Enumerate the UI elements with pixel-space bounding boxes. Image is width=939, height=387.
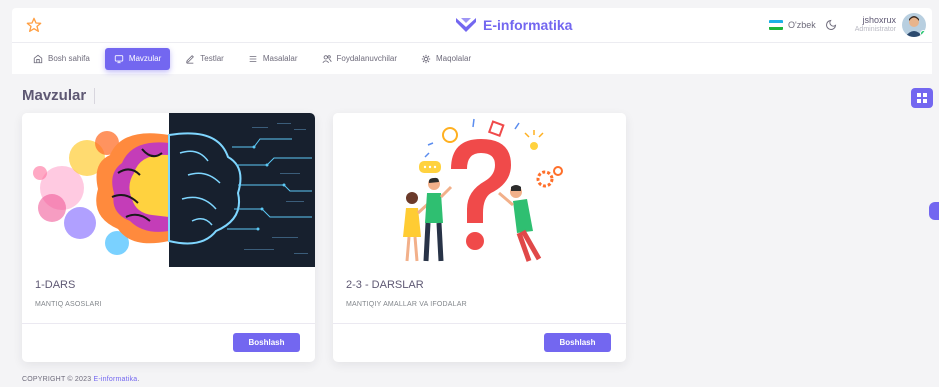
topic-card: 2-3 - DARSLAR MANTIQIY AMALLAR VA IFODAL…	[333, 113, 626, 362]
gear-icon	[421, 54, 431, 63]
avatar[interactable]	[902, 13, 926, 37]
card-title: 1-DARS	[35, 279, 76, 291]
card-title: 2-3 - DARSLAR	[346, 279, 424, 291]
user-role: Administrator	[854, 26, 896, 34]
navbar-right: O'zbek jshoxrux Administrator	[769, 12, 926, 38]
horizontal-menu: Bosh sahifa Mavzular Testlar Masalalar F…	[12, 42, 932, 74]
home-icon	[33, 54, 43, 63]
brand-name: E-informatika	[483, 17, 573, 33]
pen-icon	[186, 54, 195, 64]
top-navbar: E-informatika O'zbek jshoxrux Administra…	[12, 8, 932, 42]
card-subtitle: MANTIQIY AMALLAR VA IFODALAR	[346, 301, 467, 308]
user-info[interactable]: jshoxrux Administrator	[854, 15, 896, 34]
menu-item-label: Mavzular	[128, 54, 162, 63]
customizer-toggle-tab[interactable]	[929, 202, 939, 220]
menu-item-label: Maqolalar	[436, 54, 472, 63]
brain-illustration	[22, 113, 315, 267]
language-selector[interactable]: O'zbek	[788, 20, 816, 30]
star-icon[interactable]	[26, 17, 42, 33]
user-name: jshoxrux	[862, 15, 896, 26]
menu-item-label: Masalalar	[262, 54, 298, 63]
footer-suffix: .	[137, 376, 140, 383]
footer-link[interactable]: E-informatika	[93, 376, 137, 383]
copyright-text: COPYRIGHT © 2023	[22, 376, 92, 383]
users-icon	[322, 54, 332, 63]
online-status-dot	[920, 30, 926, 37]
grid-view-button[interactable]	[911, 88, 933, 108]
moon-icon[interactable]	[825, 19, 837, 31]
card-divider	[333, 323, 626, 324]
menu-item-bosh-sahifa[interactable]: Bosh sahifa	[24, 48, 99, 70]
topic-card: 1-DARS MANTIQ ASOSLARI Boshlash	[22, 113, 315, 362]
start-button[interactable]: Boshlash	[544, 333, 611, 352]
brand-logo[interactable]: E-informatika	[456, 16, 572, 34]
menu-item-foydalanuvchilar[interactable]: Foydalanuvchilar	[313, 48, 406, 70]
page-title: Mavzular	[22, 88, 96, 104]
menu-item-label: Bosh sahifa	[48, 54, 90, 63]
menu-item-label: Testlar	[200, 54, 224, 63]
logo-icon	[456, 18, 476, 32]
uzbekistan-flag-icon[interactable]	[769, 20, 784, 30]
start-button[interactable]: Boshlash	[233, 333, 300, 352]
card-divider	[22, 323, 315, 324]
menu-item-maqolalar[interactable]: Maqolalar	[412, 48, 480, 70]
menu-item-label: Foydalanuvchilar	[336, 54, 397, 63]
list-icon	[249, 55, 257, 62]
menu-item-mavzular[interactable]: Mavzular	[104, 47, 171, 70]
menu-item-masalalar[interactable]: Masalalar	[239, 48, 307, 70]
board-icon	[114, 54, 123, 63]
card-subtitle: MANTIQ ASOSLARI	[35, 301, 102, 308]
grid-icon	[917, 93, 927, 103]
menu-item-testlar[interactable]: Testlar	[176, 48, 233, 70]
question-mark-illustration	[333, 113, 626, 267]
footer: COPYRIGHT © 2023 E-informatika.	[22, 376, 139, 383]
